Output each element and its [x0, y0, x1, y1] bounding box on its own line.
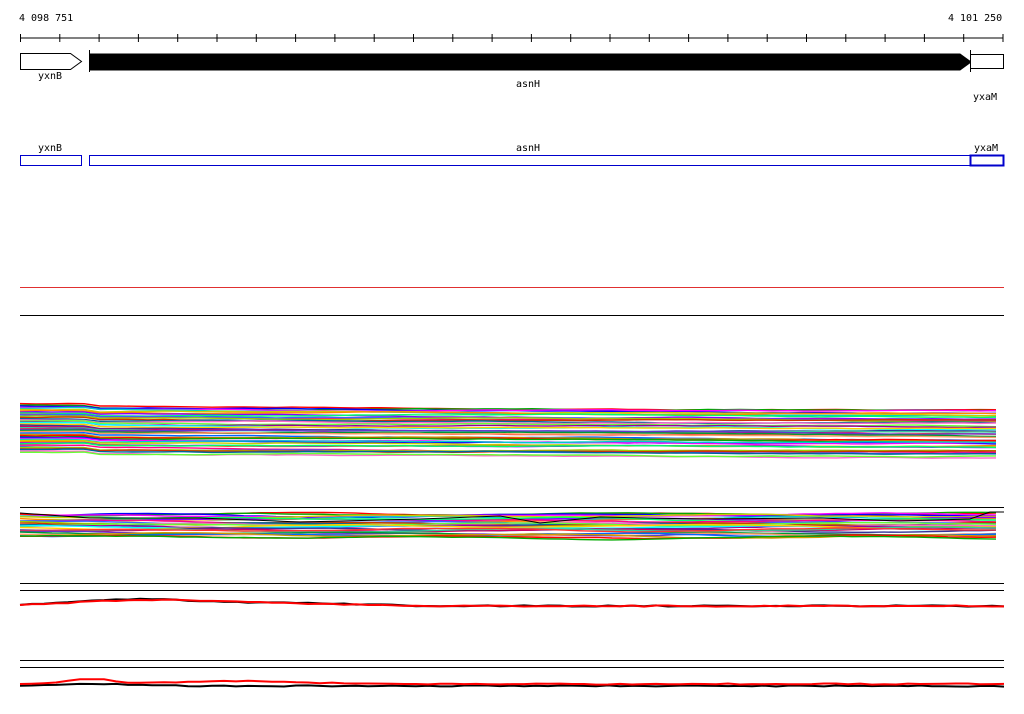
annotation-box-yxaM[interactable]	[969, 154, 1005, 167]
gene-label-yxaM: yxaM	[973, 92, 998, 103]
annotation-box-yxnB[interactable]	[20, 155, 82, 166]
gene-arrow-yxnB[interactable]	[20, 53, 83, 70]
annotation-label-yxnB: yxnB	[38, 143, 63, 154]
annotation-track[interactable]	[20, 154, 1005, 167]
annotation-label-yxaM: yxaM	[974, 143, 999, 154]
gene-label-yxnB: yxnB	[38, 71, 63, 82]
track-4-red-profile	[19, 678, 1005, 686]
expression-profiles-track-1	[19, 402, 997, 459]
expression-profiles-track-2	[19, 511, 1004, 541]
gene-track[interactable]	[20, 50, 1004, 72]
ruler	[20, 34, 1004, 42]
annotation-box-asnH[interactable]	[89, 155, 971, 166]
track-3-red-profile	[19, 598, 1005, 608]
gene-arrow-yxaM[interactable]	[970, 54, 1004, 69]
genome-browser-view: 4 098 751 4 101 250 yxnB asnH yxaM yxnB …	[0, 0, 1024, 714]
gene-arrow-asnH[interactable]	[89, 53, 972, 71]
gene-label-asnH: asnH	[516, 79, 541, 90]
annotation-label-asnH: asnH	[516, 143, 541, 154]
tracks-canvas	[19, 34, 1005, 688]
